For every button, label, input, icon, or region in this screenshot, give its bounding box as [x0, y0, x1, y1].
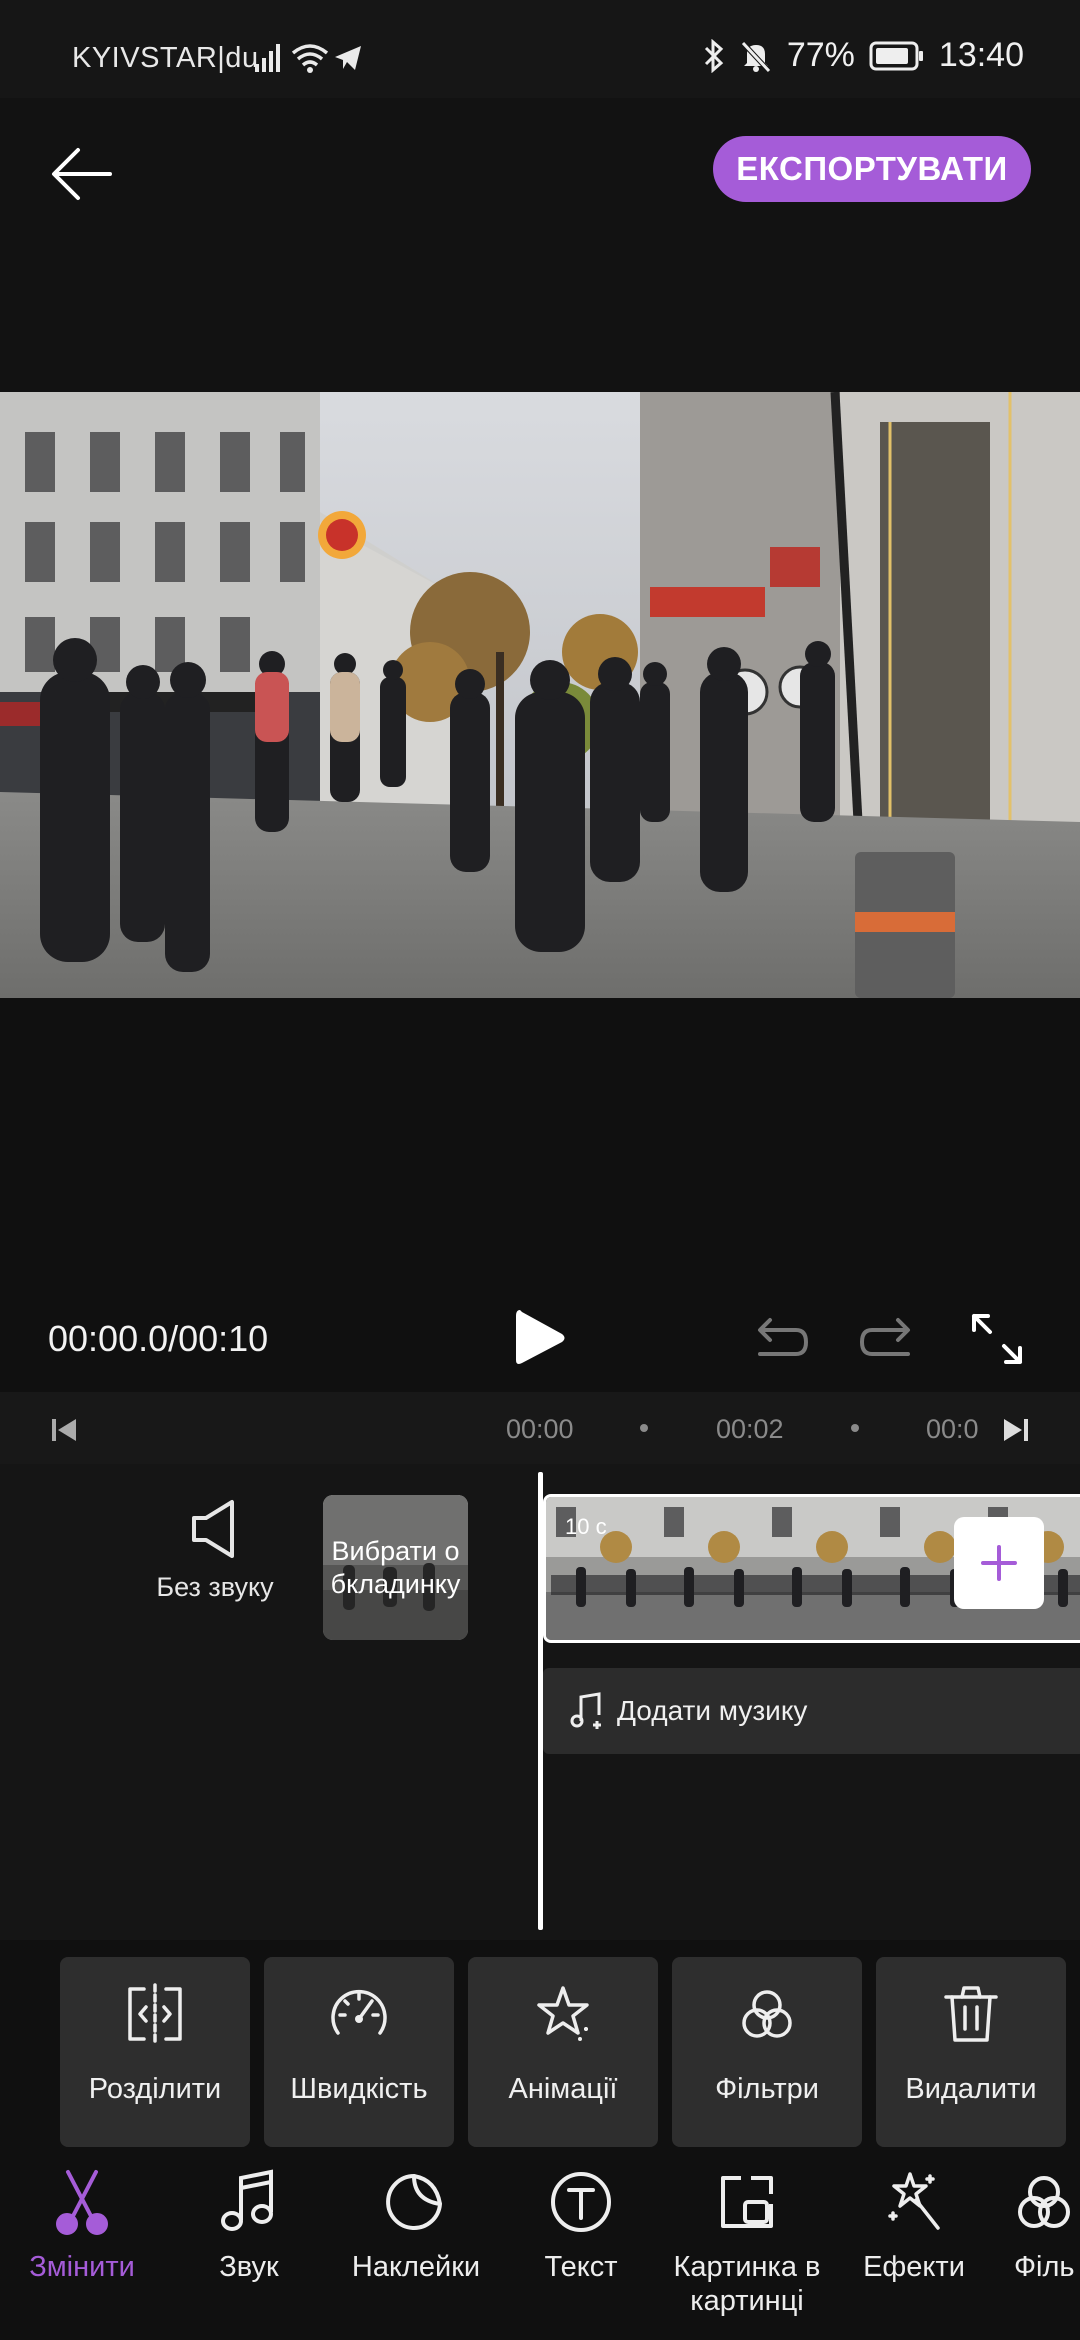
tool-label: Фільтри	[715, 2073, 819, 2105]
star-sparkle-icon	[537, 1986, 589, 2041]
text-circle-icon	[551, 2172, 611, 2232]
redo-icon[interactable]	[858, 1316, 916, 1360]
nav-label: Змінити	[29, 2251, 135, 2283]
undo-icon[interactable]	[752, 1316, 810, 1360]
tool-label: Анімації	[508, 2073, 618, 2105]
skip-to-end-icon[interactable]	[1000, 1416, 1030, 1444]
nav-label: Картинка в картинці	[673, 2251, 821, 2317]
nav-text[interactable]: Текст	[496, 2168, 666, 2284]
select-cover-button[interactable]: Вибрати о бкладинку	[323, 1495, 468, 1640]
nav-filters[interactable]: Філь	[992, 2168, 1080, 2284]
music-add-icon	[570, 1692, 601, 1729]
add-clip-button[interactable]	[954, 1517, 1044, 1609]
nav-label: Ефекти	[863, 2251, 965, 2283]
clip-duration: 10 с	[565, 1514, 607, 1539]
speaker-icon	[192, 1500, 234, 1558]
filters-circles-icon	[1018, 2176, 1070, 2228]
nav-stickers[interactable]: Наклейки	[331, 2168, 501, 2284]
signal-wifi-telegram-icons	[255, 44, 361, 73]
fullscreen-icon[interactable]	[970, 1312, 1024, 1366]
ruler-dot	[640, 1424, 648, 1432]
battery-percent: 77%	[786, 36, 855, 74]
plus-icon	[981, 1545, 1017, 1581]
bluetooth-icon	[704, 38, 724, 73]
arrow-left-icon[interactable]	[48, 138, 120, 210]
nav-edit[interactable]: Змінити	[0, 2168, 167, 2284]
scissors-icon	[56, 2170, 108, 2235]
tool-speed[interactable]: Швидкість	[264, 1957, 454, 2147]
clock: 13:40	[938, 36, 1024, 74]
tool-split[interactable]: Розділити	[60, 1957, 250, 2147]
trash-icon	[944, 1986, 998, 2042]
nav-picture-in-picture[interactable]: Картинка в картинці	[662, 2168, 832, 2318]
picture-in-picture-icon	[721, 2176, 773, 2228]
add-music-button[interactable]: Додати музику	[543, 1668, 1080, 1754]
nav-label: Філь	[1014, 2251, 1075, 2283]
carrier-name: KYIVSTAR|du	[72, 42, 259, 74]
tool-animations[interactable]: Анімації	[468, 1957, 658, 2147]
playback-timecode: 00:00.0/00:10	[48, 1318, 269, 1359]
tool-label: Розділити	[88, 2073, 222, 2105]
nav-sound[interactable]: Звук	[164, 2168, 334, 2284]
tool-label: Видалити	[905, 2073, 1037, 2105]
status-bar: KYIVSTAR|du 77% 13:40	[0, 0, 1080, 98]
video-preview[interactable]	[0, 392, 1080, 998]
status-right: 77% 13:40	[703, 36, 1024, 75]
tool-filters[interactable]: Фільтри	[672, 1957, 862, 2147]
nav-label: Звук	[219, 2251, 279, 2283]
nav-label: Наклейки	[351, 2251, 481, 2283]
filters-circles-icon	[742, 1990, 792, 2038]
skip-to-start-icon[interactable]	[50, 1416, 80, 1444]
nav-effects[interactable]: Ефекти	[829, 2168, 999, 2284]
ruler-label: 00:02	[716, 1414, 784, 1444]
sticker-icon	[386, 2174, 442, 2230]
ruler-dot	[851, 1424, 859, 1432]
tool-label: Швидкість	[290, 2073, 428, 2105]
magic-wand-icon	[888, 2172, 940, 2230]
add-music-label: Додати музику	[617, 1695, 808, 1726]
split-icon	[128, 1983, 182, 2045]
play-icon[interactable]	[510, 1306, 570, 1370]
tool-delete[interactable]: Видалити	[876, 1957, 1066, 2147]
ruler-label: 00:0	[926, 1414, 979, 1444]
cover-label: Вибрати о бкладинку	[323, 1495, 468, 1640]
ruler-label: 00:00	[506, 1414, 574, 1444]
battery-icon	[869, 41, 923, 70]
mute-label: Без звуку	[156, 1572, 274, 1602]
mute-bell-icon	[741, 40, 771, 73]
export-button[interactable]: ЕКСПОРТУВАТИ	[713, 136, 1031, 202]
mute-toggle[interactable]: Без звуку	[140, 1498, 290, 1638]
music-note-icon	[221, 2169, 273, 2231]
speedometer-icon	[331, 1990, 387, 2035]
nav-label: Текст	[544, 2251, 618, 2283]
